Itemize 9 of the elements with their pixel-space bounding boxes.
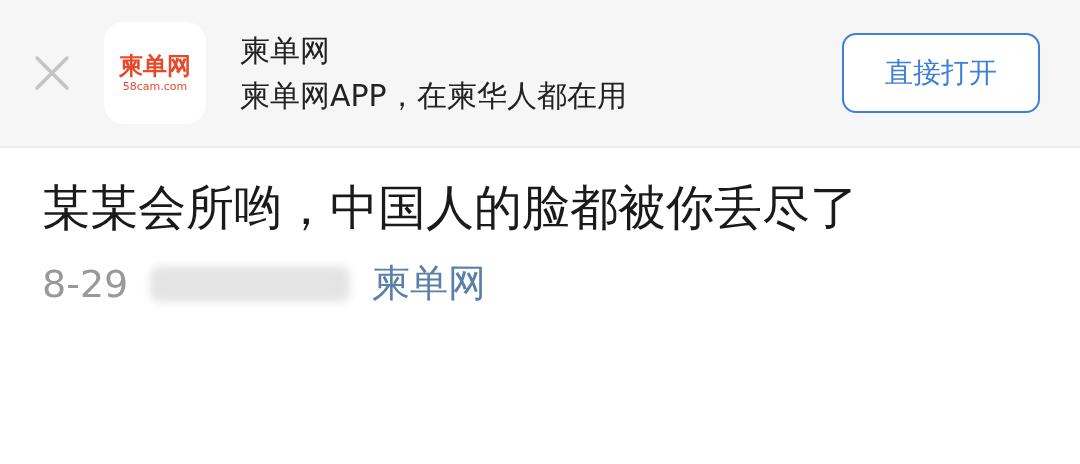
article-date: 8-29 [42,261,129,306]
close-icon[interactable] [34,55,70,91]
app-tagline: 柬单网APP，在柬华人都在用 [240,77,628,115]
article-source[interactable]: 柬单网 [372,258,487,309]
logo-name: 柬单网 [119,53,191,80]
logo-domain: 58cam.com [122,79,188,93]
open-app-button[interactable]: 直接打开 [842,33,1040,113]
app-name: 柬单网 [240,31,331,69]
article-title: 某某会所哟，中国人的脸都被你丢尽了 [42,178,859,237]
